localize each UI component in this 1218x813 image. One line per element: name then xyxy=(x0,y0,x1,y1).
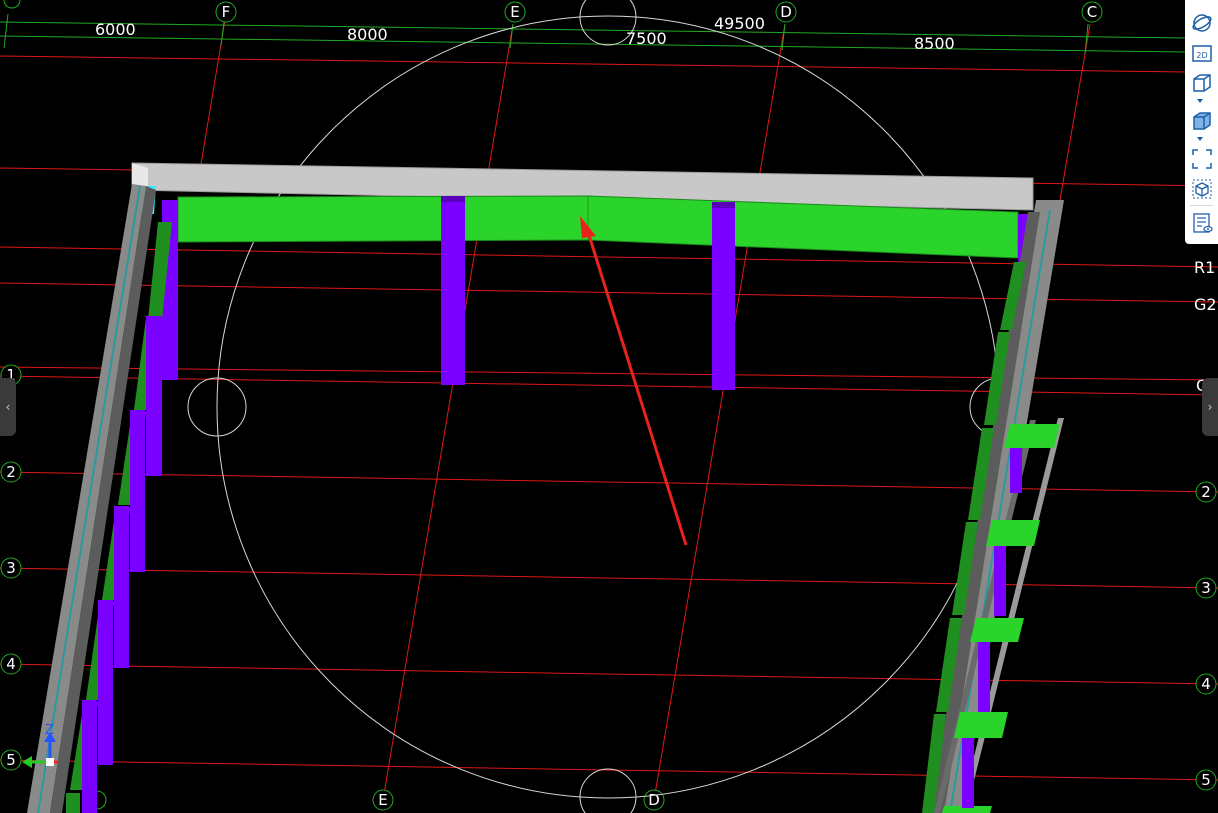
axis-bubble-4-left: 4 xyxy=(0,653,22,675)
svg-text:4: 4 xyxy=(1201,675,1211,693)
axis-bubble-f-top: F xyxy=(215,1,237,23)
3d-viewport[interactable]: 6000 8000 7500 49500 8500 F E D C E D 1 … xyxy=(0,0,1218,813)
chevron-left-icon: ‹ xyxy=(5,400,11,414)
axis-bubble-2-right: 2 xyxy=(1195,481,1217,503)
floor-label-r1: R1 xyxy=(1194,258,1215,277)
axis-bubble-5-right: 5 xyxy=(1195,769,1217,791)
svg-text:F: F xyxy=(222,3,231,21)
wireframe-cube-icon xyxy=(1192,73,1211,92)
chevron-right-icon: › xyxy=(1207,400,1213,414)
section-box-button[interactable] xyxy=(1189,176,1214,201)
svg-text:3: 3 xyxy=(1201,579,1211,597)
svg-text:E: E xyxy=(378,791,387,809)
svg-text:2: 2 xyxy=(6,463,16,481)
axis-bubble-d-bottom: D xyxy=(643,789,665,811)
axis-bubble-e-bottom: E xyxy=(372,789,394,811)
view-2d-button[interactable]: 2D xyxy=(1189,40,1214,65)
dim-total: 49500 xyxy=(714,14,765,33)
svg-text:E: E xyxy=(510,3,519,21)
svg-text:5: 5 xyxy=(1201,771,1211,789)
red-grid-lines xyxy=(0,19,1218,801)
orbit-icon xyxy=(1191,13,1212,32)
view-2d-icon: 2D xyxy=(1191,44,1212,62)
wireframe-dropdown-caret[interactable] xyxy=(1197,99,1203,103)
right-panel-handle[interactable]: › xyxy=(1202,378,1218,436)
svg-text:D: D xyxy=(780,3,792,21)
section-box-icon xyxy=(1192,179,1211,198)
solid-view-button[interactable] xyxy=(1189,108,1214,133)
orbit-button[interactable] xyxy=(1189,10,1214,35)
axis-bubble-3-left: 3 xyxy=(0,557,22,579)
right-structure[interactable] xyxy=(922,200,1064,813)
floor-label-g2: G2 xyxy=(1194,295,1217,314)
left-panel-handle[interactable]: ‹ xyxy=(0,378,16,436)
properties-panel-button[interactable] xyxy=(1189,210,1214,235)
fit-view-button[interactable] xyxy=(1189,146,1214,171)
svg-text:C: C xyxy=(1087,3,1097,21)
dim-span-4: 8500 xyxy=(914,34,955,53)
left-structure[interactable] xyxy=(27,184,172,813)
svg-text:4: 4 xyxy=(6,655,16,673)
red-arrow-annotation xyxy=(580,216,688,546)
solid-dropdown-caret[interactable] xyxy=(1197,137,1203,141)
wireframe-view-button[interactable] xyxy=(1189,70,1214,95)
toolbar-separator xyxy=(1190,205,1213,206)
gizmo-z-label: Z xyxy=(45,723,54,738)
svg-text:3: 3 xyxy=(6,559,16,577)
axis-bubble-2-left: 2 xyxy=(0,461,22,483)
dimension-lines xyxy=(0,13,1186,55)
axis-bubble-partial xyxy=(3,0,21,9)
svg-text:2D: 2D xyxy=(1196,51,1207,60)
axis-bubble-c-top: C xyxy=(1081,1,1103,23)
axis-bubble-5-left: 5 xyxy=(0,749,22,771)
axis-bubble-4-right: 4 xyxy=(1195,673,1217,695)
axis-bubble-3-right: 3 xyxy=(1195,577,1217,599)
axis-bubble-e-top: E xyxy=(504,1,526,23)
svg-text:D: D xyxy=(648,791,660,809)
svg-text:5: 5 xyxy=(6,751,16,769)
view-toolbar: 2D xyxy=(1185,0,1218,244)
solid-cube-icon xyxy=(1192,111,1211,130)
navigation-sphere[interactable] xyxy=(187,0,1029,813)
fit-view-icon xyxy=(1191,148,1212,169)
dim-span-2: 8000 xyxy=(347,25,388,44)
properties-panel-icon xyxy=(1192,212,1213,233)
svg-text:2: 2 xyxy=(1201,483,1211,501)
axis-bubble-d-top: D xyxy=(775,1,797,23)
dim-span-1: 6000 xyxy=(95,20,136,39)
